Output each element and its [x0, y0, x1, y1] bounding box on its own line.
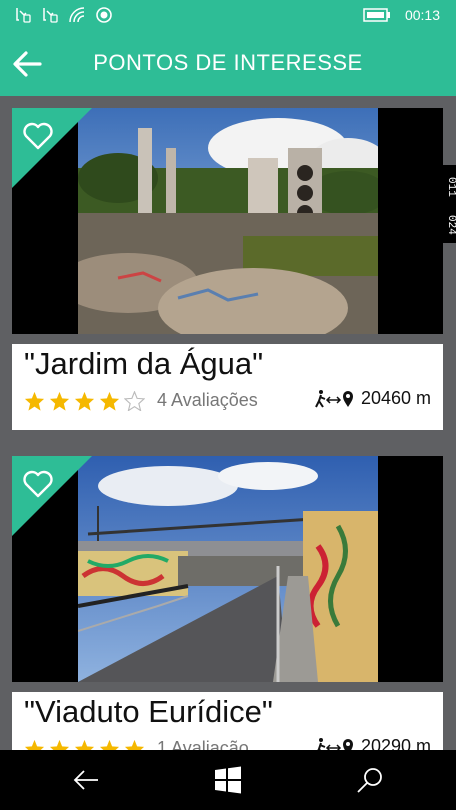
point-info[interactable]: "Viaduto Eurídice" 1 Avaliação 20290 m [12, 692, 443, 750]
side-badge-bottom: 024 [445, 215, 456, 235]
point-image-frame[interactable] [12, 456, 443, 682]
point-image-frame[interactable] [12, 108, 443, 334]
point-title: "Jardim da Água" [24, 346, 264, 381]
heart-outline-icon[interactable] [22, 122, 54, 150]
star-filled-icon [74, 391, 95, 411]
review-count: 4 Avaliações [157, 390, 258, 410]
star-empty-icon [124, 390, 145, 411]
app-header: PONTOS DE INTERESSE [0, 32, 456, 96]
battery-icon [363, 8, 390, 22]
side-badge: 011 024 [442, 165, 456, 243]
status-icons [14, 6, 113, 24]
system-nav-bar [0, 750, 456, 810]
side-badge-top: 011 [445, 177, 456, 197]
missed-call-icon [43, 8, 58, 23]
record-icon [96, 7, 112, 23]
star-rating: 1 Avaliação [24, 738, 249, 750]
star-filled-icon [99, 739, 120, 750]
review-count: 1 Avaliação [157, 738, 249, 750]
distance: 20460 m [315, 388, 431, 409]
points-list[interactable]: "Jardim da Água" 4 Avaliações 20460 m "V… [0, 96, 456, 750]
star-filled-icon [99, 391, 120, 411]
point-title: "Viaduto Eurídice" [24, 694, 273, 729]
walking-distance-icon [317, 737, 353, 750]
heart-outline-icon[interactable] [22, 470, 54, 498]
point-photo [78, 108, 378, 334]
star-filled-icon [49, 739, 70, 750]
distance-value: 20460 m [360, 388, 431, 408]
back-icon[interactable] [72, 766, 100, 794]
status-time: 00:13 [404, 7, 440, 23]
distance-value: 20290 m [360, 736, 431, 750]
walking-distance-icon [315, 389, 353, 408]
star-filled-icon [124, 739, 145, 750]
wifi-icon [69, 7, 85, 23]
star-filled-icon [49, 391, 70, 411]
page-title: PONTOS DE INTERESSE [93, 50, 363, 75]
star-filled-icon [24, 739, 45, 750]
star-filled-icon [74, 739, 95, 750]
distance: 20290 m [315, 736, 431, 750]
status-bar: 00:13 [0, 0, 456, 32]
star-rating: 4 Avaliações [24, 390, 258, 411]
search-icon[interactable] [356, 766, 384, 794]
point-info[interactable]: "Jardim da Água" 4 Avaliações 20460 m [12, 344, 443, 430]
star-filled-icon [24, 391, 45, 411]
point-photo [78, 456, 378, 682]
missed-call-icon [16, 8, 31, 23]
windows-icon[interactable] [214, 766, 242, 794]
